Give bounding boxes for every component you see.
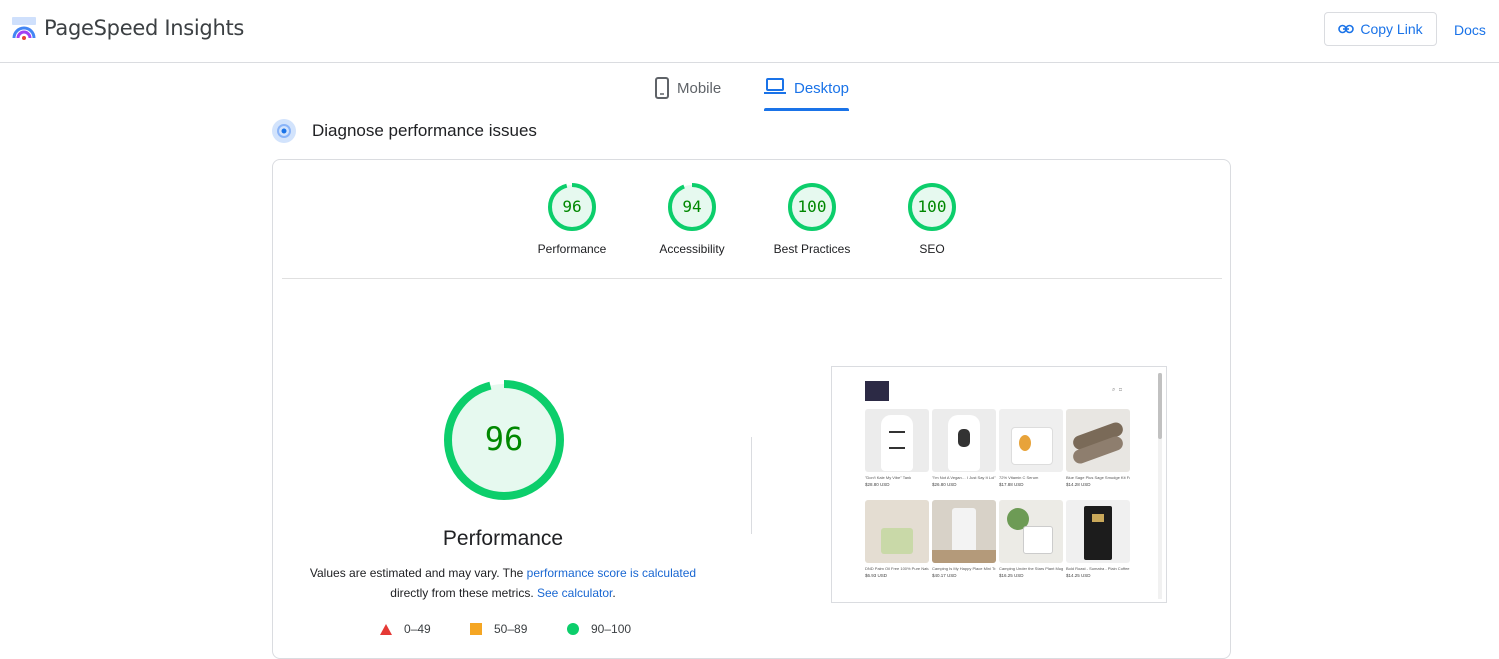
tab-selected-indicator — [764, 108, 849, 111]
score-ring: 96 — [548, 183, 596, 231]
docs-link[interactable]: Docs — [1454, 22, 1486, 38]
tab-desktop-label: Desktop — [794, 80, 850, 97]
product-price: $28.80 USD — [865, 482, 890, 487]
legend-range: 50–89 — [494, 622, 528, 636]
tab-mobile[interactable]: Mobile — [655, 76, 721, 111]
product-price: $26.80 USD — [932, 482, 957, 487]
legend-range: 0–49 — [404, 622, 431, 636]
desc-text: directly from these metrics. — [390, 586, 537, 600]
score-label: Accessibility — [659, 242, 725, 256]
diagnose-icon — [272, 119, 296, 143]
circle-icon — [567, 623, 579, 635]
product-image-tank2 — [932, 409, 996, 472]
product-price: $6.93 USD — [865, 573, 888, 578]
copy-link-label: Copy Link — [1360, 21, 1423, 37]
screenshot-scroll-thumb — [1158, 373, 1162, 439]
product-price: $16.25 USD — [999, 573, 1024, 578]
product-card: DND Palm Oil Free 100% Pure Natural Orga… — [865, 500, 929, 578]
product-card: "Don't Kale My Vibe" Tank $28.80 USD — [865, 409, 929, 487]
score-gauge-performance[interactable]: 96 Performance — [517, 182, 627, 256]
product-title: Blue Sage Plus Sage Smudge Kit For Clean… — [1066, 475, 1130, 480]
copy-link-button[interactable]: Copy Link — [1324, 12, 1437, 46]
link-icon — [1338, 24, 1355, 34]
score-value: 96 — [562, 197, 581, 216]
see-calculator-link[interactable]: See calculator — [537, 586, 612, 600]
desc-text: . — [612, 586, 616, 600]
product-image-tumbler — [932, 500, 996, 563]
legend-range: 90–100 — [591, 622, 632, 636]
site-header-icons: ⌕ ◻ — [1112, 387, 1123, 393]
performance-big-score: 96 — [485, 420, 524, 458]
product-title: "Don't Kale My Vibe" Tank — [865, 475, 912, 480]
legend-average: 50–89 — [470, 622, 527, 636]
top-bar: PageSpeed Insights Copy Link Docs — [0, 0, 1499, 63]
vertical-separator — [751, 437, 752, 534]
product-image-sage — [1066, 409, 1130, 472]
product-title: Camping Is My Happy Place Mini Travel Mu… — [932, 566, 996, 571]
score-ring: 94 — [668, 183, 716, 231]
diagnose-title: Diagnose performance issues — [312, 121, 537, 140]
tab-desktop[interactable]: Desktop — [764, 76, 849, 111]
score-value: 100 — [798, 197, 827, 216]
product-card: "I'm Not A Vegan… I Just Say It Lol" Tan… — [932, 409, 996, 487]
performance-description: Values are estimated and may vary. The p… — [300, 563, 706, 603]
product-image-coffee — [1066, 500, 1130, 563]
score-label: Performance — [537, 242, 607, 256]
tab-mobile-label: Mobile — [677, 80, 722, 97]
product-card: 72% Vitamin C Serum $17.88 USD — [999, 409, 1063, 487]
product-image-soap — [865, 500, 929, 563]
product-card: Camping Under the Stars Plant Mug $16.25… — [999, 500, 1063, 578]
product-card: Bold Roast - Sumatra - Plain Coffee $14.… — [1066, 500, 1130, 578]
score-gauge-seo[interactable]: 100 SEO — [877, 182, 987, 256]
pagespeed-logo-icon[interactable] — [11, 16, 37, 42]
score-label: SEO — [919, 242, 945, 256]
product-image-tank1 — [865, 409, 929, 472]
phone-icon — [655, 77, 669, 99]
product-card: Camping Is My Happy Place Mini Travel Mu… — [932, 500, 996, 578]
score-ring: 100 — [788, 183, 836, 231]
product-image-mug — [999, 500, 1063, 563]
legend-fail: 0–49 — [380, 622, 431, 636]
product-price: $40.17 USD — [932, 573, 957, 578]
product-title: Camping Under the Stars Plant Mug — [999, 566, 1063, 571]
legend-pass: 90–100 — [567, 622, 631, 636]
page-screenshot[interactable]: ⌕ ◻ "Don't Kale My Vibe" Tank $28.80 USD… — [831, 366, 1167, 603]
triangle-icon — [380, 623, 392, 635]
app-title[interactable]: PageSpeed Insights — [44, 16, 244, 40]
score-ring: 100 — [908, 183, 956, 231]
score-label: Best Practices — [773, 242, 851, 256]
performance-big-gauge: 96 — [444, 380, 564, 500]
section-divider — [282, 278, 1222, 279]
product-price: $14.28 USD — [1066, 482, 1091, 487]
desc-text: Values are estimated and may vary. The — [309, 566, 527, 580]
site-logo — [865, 381, 889, 401]
score-value: 94 — [682, 197, 701, 216]
product-image-jar — [999, 409, 1063, 472]
score-gauge-accessibility[interactable]: 94 Accessibility — [637, 182, 747, 256]
product-title: 72% Vitamin C Serum — [999, 475, 1039, 480]
score-value: 100 — [918, 197, 947, 216]
product-title: DND Palm Oil Free 100% Pure Natural Orga… — [865, 566, 929, 571]
product-price: $17.88 USD — [999, 482, 1024, 487]
square-icon — [470, 623, 482, 635]
product-price: $14.25 USD — [1066, 573, 1091, 578]
performance-score-link[interactable]: performance score is calculated — [527, 566, 696, 580]
product-title: "I'm Not A Vegan… I Just Say It Lol" Tan… — [932, 475, 996, 480]
product-card: Blue Sage Plus Sage Smudge Kit For Clean… — [1066, 409, 1130, 487]
score-gauge-best-practices[interactable]: 100 Best Practices — [757, 182, 867, 256]
laptop-icon — [764, 78, 786, 94]
product-title: Bold Roast - Sumatra - Plain Coffee — [1066, 566, 1130, 571]
